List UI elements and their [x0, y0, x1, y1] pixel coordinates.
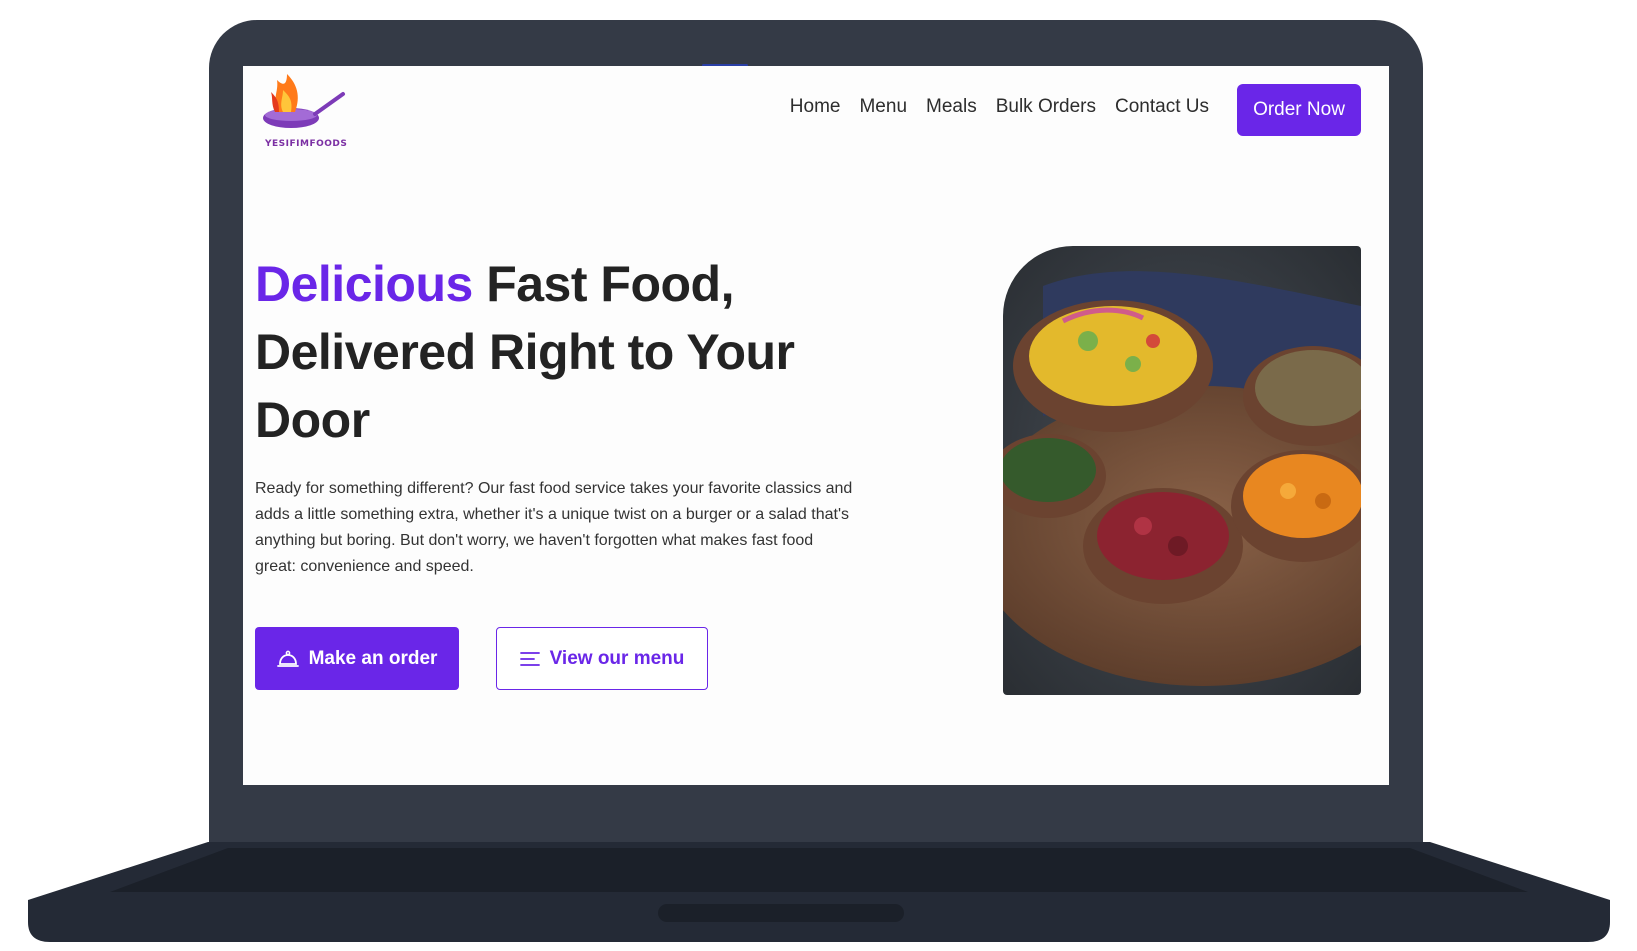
brand-logo-text: YESIFIMFOODS: [265, 139, 348, 149]
nav-item-menu[interactable]: Menu: [859, 96, 907, 118]
hero-description: Ready for something different? Our fast …: [255, 480, 853, 575]
order-now-button[interactable]: Order Now: [1237, 84, 1361, 136]
hero-title-accent: Delicious: [255, 256, 473, 312]
hero-food-image: [1003, 246, 1361, 695]
view-menu-label: View our menu: [549, 647, 685, 669]
laptop-base: [28, 842, 1610, 950]
main-nav: Home Menu Meals Bulk Orders Contact Us: [790, 96, 1209, 118]
nav-item-contact-us[interactable]: Contact Us: [1115, 96, 1209, 118]
nav-item-bulk-orders[interactable]: Bulk Orders: [996, 96, 1096, 118]
menu-lines-icon: [519, 651, 540, 667]
hero-title: Delicious Fast Food, Delivered Right to …: [255, 250, 855, 454]
make-order-button[interactable]: Make an order: [255, 627, 459, 690]
nav-item-home[interactable]: Home: [790, 96, 841, 118]
nav-item-meals[interactable]: Meals: [926, 96, 977, 118]
brand-logo[interactable]: [257, 70, 347, 150]
make-order-label: Make an order: [308, 647, 438, 669]
flame-pan-logo-icon: [263, 74, 345, 128]
view-menu-button[interactable]: View our menu: [496, 627, 708, 690]
cloche-icon: [276, 649, 299, 669]
laptop-screen: YESIFIMFOODS Home Menu Meals Bulk Orders…: [243, 66, 1389, 785]
